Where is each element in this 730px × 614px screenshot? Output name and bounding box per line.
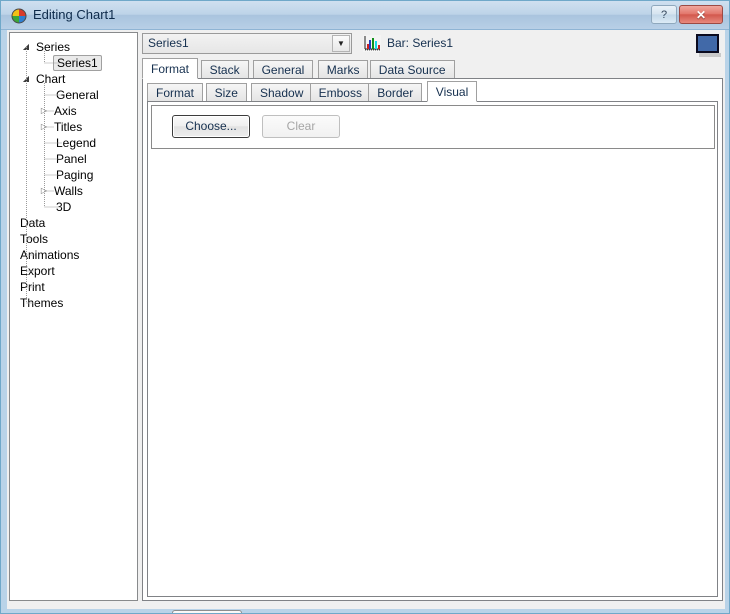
tree-item-label: Titles [54, 120, 83, 134]
visual-image-groupbox: Choose... Clear [151, 105, 715, 149]
tab-label: Emboss [318, 86, 362, 100]
series-combobox-value: Series1 [148, 36, 189, 50]
chart-type-label: Bar: Series1 [387, 36, 454, 50]
tree-item-label: Export [20, 264, 55, 278]
series-combobox[interactable]: Series1 ▼ [142, 33, 352, 54]
bar-chart-icon [363, 35, 381, 52]
tree-collapsed-icon[interactable]: ▷ [38, 119, 50, 135]
tree-item-label: Chart [36, 72, 66, 86]
editing-chart-dialog: Editing Chart1 ? ✕ ◢ Series Series1 ◢ Chart G… [0, 0, 730, 614]
tree-item-data[interactable]: Data [10, 215, 137, 231]
title-bar-buttons: ? ✕ [651, 5, 723, 24]
tree-item-label: Walls [54, 184, 83, 198]
tab-stack[interactable]: Stack [200, 60, 249, 79]
tab-label: Stack [209, 63, 240, 77]
chevron-down-icon[interactable]: ▼ [332, 35, 350, 52]
subtab-format[interactable]: Format [147, 83, 204, 102]
tab-label: Format [156, 86, 195, 100]
tree-item-label: 3D [56, 200, 72, 214]
close-window-button[interactable]: ✕ [679, 5, 723, 24]
tree-expanded-icon[interactable]: ◢ [20, 39, 32, 55]
tree-collapsed-icon[interactable]: ▷ [38, 183, 50, 199]
tree-item-label: Panel [56, 152, 87, 166]
tab-format[interactable]: Format [142, 58, 199, 79]
subtab-emboss[interactable]: Emboss [309, 83, 371, 102]
format-tab-panel: Format Size Shadow Emboss Border Visual Choos… [142, 78, 723, 601]
visual-tab-panel: Choose... Clear [147, 101, 718, 597]
tree-item-chart[interactable]: ◢ Chart [10, 71, 137, 87]
tree-expanded-icon[interactable]: ◢ [20, 71, 32, 87]
tree-item-print[interactable]: Print [10, 279, 137, 295]
tree-item-label: Print [20, 280, 45, 294]
tab-label: Marks [326, 63, 360, 77]
tree-item-label: Data [20, 216, 46, 230]
subtab-border[interactable]: Border [368, 83, 423, 102]
window-title: Editing Chart1 [33, 7, 116, 22]
tree-item-paging[interactable]: Paging [10, 167, 137, 183]
tab-label: Border [377, 86, 414, 100]
help-titlebar-button[interactable]: ? [651, 5, 677, 24]
chart-colors-icon [11, 8, 27, 24]
tree-item-axis[interactable]: ▷ Axis [10, 103, 137, 119]
subtab-visual[interactable]: Visual [426, 81, 478, 102]
tree-item-label: Animations [20, 248, 80, 262]
tree-item-export[interactable]: Export [10, 263, 137, 279]
tree-item-tools[interactable]: Tools [10, 231, 137, 247]
navigation-tree-panel[interactable]: ◢ Series Series1 ◢ Chart General ▷ Axis ▷ Titles L… [9, 32, 138, 601]
tab-label: General [261, 63, 305, 77]
tab-label: Data Source [378, 63, 446, 77]
tab-label: Visual [435, 85, 469, 99]
tab-label: Shadow [260, 86, 304, 100]
tree-item-label: Tools [20, 232, 49, 246]
tree-item-themes[interactable]: Themes [10, 295, 137, 311]
tree-item-series[interactable]: ◢ Series [10, 39, 137, 55]
tree-item-label: Paging [56, 168, 94, 182]
tree-item-panel[interactable]: Panel [10, 151, 137, 167]
series-selector-row: Series1 ▼ Bar: Series1 [142, 32, 723, 58]
tab-label: Size [214, 86, 238, 100]
tab-label: Format [151, 62, 190, 76]
tree-item-general[interactable]: General [10, 87, 137, 103]
clear-button: Clear [262, 115, 340, 138]
secondary-tab-strip[interactable]: Format Size Shadow Emboss Border Visual [147, 81, 717, 102]
navigation-tree[interactable]: ◢ Series Series1 ◢ Chart General ▷ Axis ▷ Titles L… [10, 33, 137, 311]
dialog-footer: Help... Close [142, 605, 729, 613]
tree-item-label: Series1 [53, 55, 102, 71]
title-bar: Editing Chart1 ? ✕ [1, 1, 729, 30]
tree-collapsed-icon[interactable]: ▷ [38, 103, 50, 119]
series-color-swatch [696, 34, 719, 53]
primary-tab-strip[interactable]: Format Stack General Marks Data Source [142, 58, 723, 79]
subtab-shadow[interactable]: Shadow [251, 83, 313, 102]
choose-button[interactable]: Choose... [172, 115, 250, 138]
tab-marks[interactable]: Marks [317, 60, 369, 79]
tree-item-label: Themes [20, 296, 64, 310]
tree-item-3d[interactable]: 3D [10, 199, 137, 215]
series-color-shadow [699, 53, 721, 57]
tree-item-label: General [56, 88, 99, 102]
settings-panel: Series1 ▼ Bar: Series1 Format Stack Gene… [142, 32, 723, 613]
tab-data-source[interactable]: Data Source [369, 60, 455, 79]
tree-item-legend[interactable]: Legend [10, 135, 137, 151]
dialog-client-area: ◢ Series Series1 ◢ Chart General ▷ Axis ▷ Titles L… [7, 30, 725, 613]
help-button[interactable]: Help... [172, 610, 242, 613]
series-color-button[interactable] [694, 32, 723, 57]
tree-item-label: Axis [54, 104, 77, 118]
tree-item-titles[interactable]: ▷ Titles [10, 119, 137, 135]
tree-item-label: Legend [56, 136, 97, 150]
tree-item-series1[interactable]: Series1 [10, 55, 137, 71]
tree-item-walls[interactable]: ▷ Walls [10, 183, 137, 199]
tree-item-animations[interactable]: Animations [10, 247, 137, 263]
subtab-size[interactable]: Size [205, 83, 247, 102]
tab-general[interactable]: General [252, 60, 314, 79]
tree-item-label: Series [36, 40, 71, 54]
